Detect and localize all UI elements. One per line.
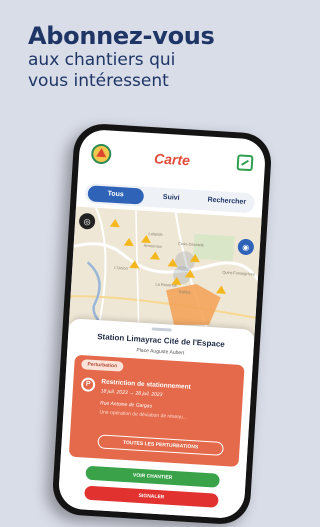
phone-screen: Carte Tous Suivi Rechercher Lalande Amou… (57, 128, 267, 520)
report-button[interactable]: SIGNALER (84, 485, 219, 508)
tab-tous[interactable]: Tous (87, 185, 144, 205)
tab-suivi[interactable]: Suivi (143, 189, 200, 208)
tab-rechercher[interactable]: Rechercher (198, 192, 255, 211)
perturbation-street: Rue Antoine de Gargas (99, 400, 153, 410)
roadwork-logo-icon[interactable] (90, 143, 112, 165)
headline-title: Abonnez-vous (28, 22, 215, 50)
promo-headline: Abonnez-vous aux chantiers qui vous inté… (28, 22, 258, 92)
map-label: Lalande (148, 231, 163, 237)
station-sheet: Station Limayrac Cité de l'Espace Place … (57, 318, 255, 520)
phone-mockup: Carte Tous Suivi Rechercher Lalande Amou… (51, 122, 273, 526)
map-view-icon[interactable] (236, 154, 254, 172)
map-label: Balma (178, 288, 191, 295)
map-view[interactable]: Lalande Amouroux L'Union Croix-Daurade B… (68, 206, 262, 336)
headline-line-3: vous intéressent (28, 71, 169, 91)
app-bar: Carte (78, 129, 267, 190)
view-worksite-button[interactable]: VOIR CHANTIER (85, 465, 220, 488)
perturbation-badge: Perturbation (81, 359, 124, 372)
perturbation-description: Une opération de déviation de réseau... (99, 409, 188, 421)
map-label: L'Union (114, 264, 128, 271)
app-title: Carte (153, 150, 191, 169)
headline-line-2: aux chantiers qui (28, 50, 176, 70)
map-label: Amouroux (143, 242, 163, 249)
perturbation-dates: 18 juil. 2023 → 28 juil. 2023 (100, 388, 163, 399)
perturbation-card[interactable]: Perturbation P Restriction de stationnem… (68, 354, 245, 467)
all-perturbations-button[interactable]: TOUTES LES PERTURBATIONS (97, 434, 224, 456)
parking-icon: P (80, 377, 96, 393)
sheet-drag-handle[interactable] (151, 327, 172, 332)
